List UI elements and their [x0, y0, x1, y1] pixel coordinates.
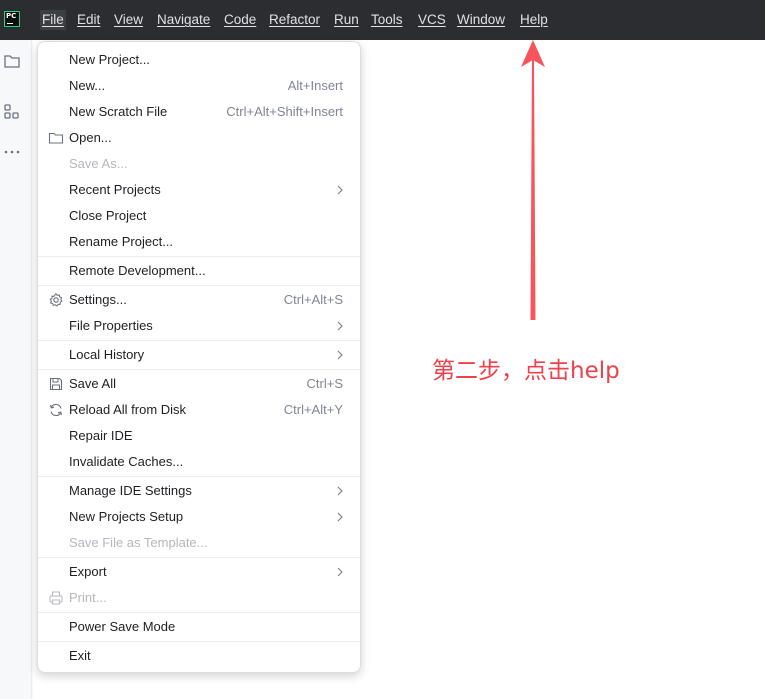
menu-item-local-history[interactable]: Local History	[38, 342, 360, 368]
chevron-right-icon	[337, 185, 343, 195]
menu-item-close-project[interactable]: Close Project	[38, 203, 360, 229]
menu-code[interactable]: Code	[224, 10, 256, 30]
menu-refactor[interactable]: Refactor	[269, 10, 320, 30]
menu-separator	[38, 340, 360, 341]
menu-item-invalidate-caches[interactable]: Invalidate Caches...	[38, 449, 360, 475]
menu-item-new-projects-setup[interactable]: New Projects Setup	[38, 504, 360, 530]
menu-item-repair-ide[interactable]: Repair IDE	[38, 423, 360, 449]
menu-separator	[38, 641, 360, 642]
menu-run[interactable]: Run	[334, 10, 359, 30]
annotation-arrow-icon	[521, 40, 545, 320]
menu-separator	[38, 476, 360, 477]
menu-item-print[interactable]: Print...	[38, 585, 360, 611]
menu-item-save-all[interactable]: Save All Ctrl+S	[38, 371, 360, 397]
folder-icon	[48, 132, 64, 144]
menu-item-remote-development[interactable]: Remote Development...	[38, 258, 360, 284]
menu-item-settings[interactable]: Settings... Ctrl+Alt+S	[38, 287, 360, 313]
menu-vcs[interactable]: VCS	[418, 10, 446, 30]
annotation-text: 第二步，点击help	[432, 358, 620, 384]
structure-icon[interactable]	[3, 103, 21, 121]
save-icon	[49, 377, 63, 391]
chevron-right-icon	[337, 567, 343, 577]
menu-item-recent-projects[interactable]: Recent Projects	[38, 177, 360, 203]
file-menu-popup: New Project... New... Alt+Insert New Scr…	[37, 41, 361, 673]
menu-item-export[interactable]: Export	[38, 559, 360, 585]
print-icon	[49, 591, 63, 605]
menu-item-new-scratch-file[interactable]: New Scratch File Ctrl+Alt+Shift+Insert	[38, 99, 360, 125]
menu-separator	[38, 256, 360, 257]
left-toolbar	[0, 40, 32, 699]
more-icon[interactable]	[3, 143, 21, 161]
reload-icon	[49, 403, 63, 417]
menu-view[interactable]: View	[114, 10, 143, 30]
menu-file[interactable]: File	[40, 10, 66, 30]
chevron-right-icon	[337, 321, 343, 331]
menu-item-open[interactable]: Open...	[38, 125, 360, 151]
chevron-right-icon	[337, 512, 343, 522]
menu-window[interactable]: Window	[457, 10, 505, 30]
menu-item-save-as[interactable]: Save As...	[38, 151, 360, 177]
folder-icon[interactable]	[3, 52, 21, 70]
pycharm-logo-icon[interactable]: PC	[4, 11, 20, 27]
menu-separator	[38, 369, 360, 370]
menu-tools[interactable]: Tools	[371, 10, 403, 30]
gear-icon	[49, 293, 63, 307]
menu-separator	[38, 285, 360, 286]
menu-edit[interactable]: Edit	[77, 10, 100, 30]
menu-item-new-project[interactable]: New Project...	[38, 47, 360, 73]
menu-help[interactable]: Help	[520, 10, 548, 30]
menubar: PC File Edit View Navigate Code Refactor…	[0, 0, 765, 40]
menu-item-power-save-mode[interactable]: Power Save Mode	[38, 614, 360, 640]
menu-item-file-properties[interactable]: File Properties	[38, 313, 360, 339]
menu-item-save-file-as-template[interactable]: Save File as Template...	[38, 530, 360, 556]
menu-item-reload-all-from-disk[interactable]: Reload All from Disk Ctrl+Alt+Y	[38, 397, 360, 423]
menu-separator	[38, 557, 360, 558]
menu-navigate[interactable]: Navigate	[157, 10, 210, 30]
menu-separator	[38, 612, 360, 613]
menu-item-manage-ide-settings[interactable]: Manage IDE Settings	[38, 478, 360, 504]
menu-item-rename-project[interactable]: Rename Project...	[38, 229, 360, 255]
menu-item-exit[interactable]: Exit	[38, 643, 360, 669]
menu-item-new[interactable]: New... Alt+Insert	[38, 73, 360, 99]
chevron-right-icon	[337, 486, 343, 496]
chevron-right-icon	[337, 350, 343, 360]
